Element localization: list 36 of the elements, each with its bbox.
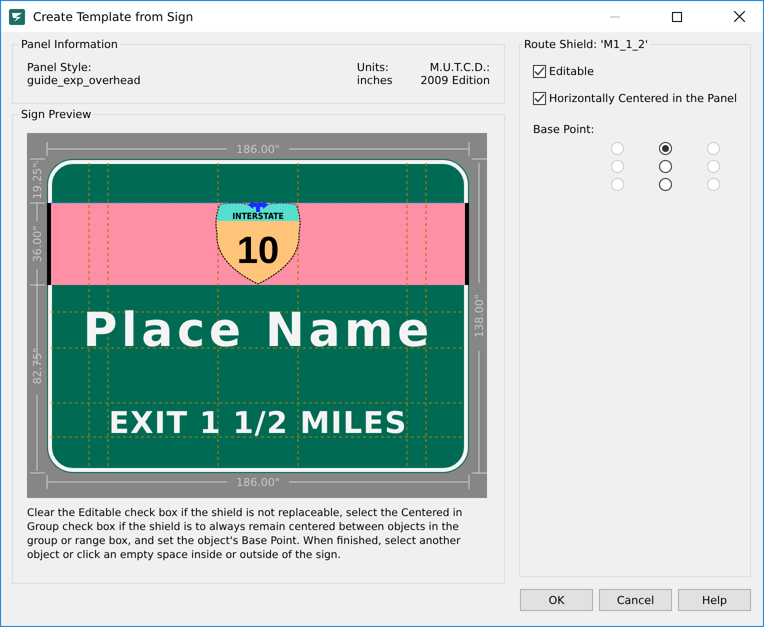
- dimension-label: 36.00": [31, 226, 44, 262]
- base-point-label: Base Point:: [533, 123, 596, 136]
- instructions-text: Clear the Editable check box if the shield is not replaceable, select the Centered in Group check box if the shield is to always remain centered between objects in the group or range box, and set the object's Base Point. When finished, select another object or click an empty space inside or outside of the sign.: [27, 506, 464, 562]
- maximize-icon[interactable]: [672, 12, 682, 22]
- checkbox-label: Editable: [549, 65, 594, 78]
- move-handle-icon[interactable]: [248, 201, 268, 212]
- dimension-label: 82.75": [31, 348, 44, 384]
- radio-button[interactable]: [659, 142, 672, 155]
- dimension-label: 19.25": [31, 162, 44, 200]
- field-value: inches: [356, 74, 392, 87]
- field-value: guide_exp_overhead: [27, 74, 142, 87]
- dialog-button[interactable]: Help: [678, 589, 751, 611]
- radio-button[interactable]: [659, 160, 672, 173]
- window-title: Create Template from Sign: [33, 10, 194, 24]
- dialog-button[interactable]: Cancel: [599, 589, 672, 611]
- radio-button[interactable]: [659, 178, 672, 191]
- dimension-label: 138.00": [473, 294, 486, 338]
- checkbox[interactable]: [533, 65, 546, 78]
- group-title: Sign Preview: [20, 108, 92, 121]
- dimension-label: 186.00": [236, 476, 280, 489]
- field-label: M.U.T.C.D.:: [430, 61, 490, 74]
- sign-destination-text: Place Name: [82, 303, 434, 358]
- shield-number: 10: [236, 230, 280, 272]
- shield-header: INTERSTATE: [232, 212, 284, 222]
- checkbox-label: Horizontally Centered in the Panel: [549, 92, 738, 105]
- dimension-label: 186.00": [236, 143, 280, 156]
- group-title: Panel Information: [20, 38, 119, 51]
- close-icon[interactable]: [734, 11, 745, 22]
- field-value: 2009 Edition: [420, 74, 490, 87]
- field-label: Panel Style:: [27, 61, 93, 74]
- app-logo-icon: [9, 8, 25, 24]
- group-title: Route Shield: 'M1_1_2': [523, 38, 649, 51]
- sign-distance-text: EXIT 1 1/2 MILES: [108, 406, 408, 441]
- field-label: Units:: [356, 61, 390, 74]
- dialog-button[interactable]: OK: [520, 589, 593, 611]
- checkbox[interactable]: [533, 92, 546, 105]
